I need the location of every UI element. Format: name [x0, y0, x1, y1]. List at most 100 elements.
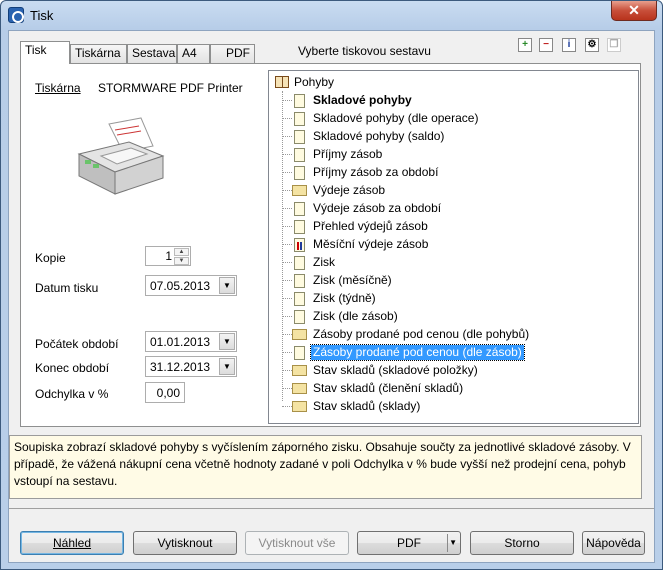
folder-icon [292, 401, 307, 412]
document-icon [294, 292, 305, 306]
period-end-field[interactable]: 31.12.2013 ▼ [145, 356, 237, 377]
period-start-field[interactable]: 01.01.2013 ▼ [145, 331, 237, 352]
tree-connector [282, 280, 292, 281]
tree-connector [282, 118, 292, 119]
report-description: Soupiska zobrazí skladové pohyby s vyčís… [9, 435, 642, 499]
window-title: Tisk [30, 8, 54, 23]
spin-up-icon[interactable]: ▲ [174, 248, 189, 256]
tab-sestava[interactable]: Sestava [127, 44, 177, 63]
tree-item-label: Stav skladů (skladové položky) [313, 363, 478, 377]
deviation-field[interactable]: 0,00 [145, 382, 185, 403]
copy-icon: ❐ [607, 38, 621, 52]
tree-item-label: Výdeje zásob za období [313, 201, 442, 215]
chevron-down-icon[interactable]: ▼ [219, 333, 235, 350]
tree-connector [282, 154, 292, 155]
print-date-label: Datum tisku [35, 281, 99, 295]
book-icon [275, 76, 289, 88]
document-icon [294, 202, 305, 216]
cancel-button[interactable]: Storno [470, 531, 574, 555]
document-icon [294, 310, 305, 324]
tree-connector [282, 352, 292, 353]
report-heading: Vyberte tiskovou sestavu [298, 44, 431, 58]
copies-label: Kopie [35, 251, 66, 265]
info-icon[interactable]: i [562, 38, 576, 52]
tree-item-label: Zisk (dle zásob) [313, 309, 398, 323]
tree-item-label: Skladové pohyby (saldo) [313, 129, 445, 143]
tree-connector [282, 172, 292, 173]
divider [9, 508, 654, 509]
tree-connector [282, 388, 292, 389]
remove-icon[interactable]: − [539, 38, 553, 52]
tree-item-label: Zisk (týdně) [313, 291, 376, 305]
document-icon [294, 148, 305, 162]
pdf-label: PDF [397, 536, 421, 550]
print-dialog-window: Tisk ✕ Tisk Tiskárna Sestava A4 PDF Vybe… [0, 0, 663, 570]
tree-item-label: Výdeje zásob [313, 183, 386, 197]
dialog-client-area: Tisk Tiskárna Sestava A4 PDF Vyberte tis… [8, 30, 655, 563]
tree-connector [282, 208, 292, 209]
tree-item-label: Zásoby prodané pod cenou (dle pohybů) [313, 327, 530, 341]
print-all-button: Vytisknout vše [245, 531, 349, 555]
period-end-label: Konec období [35, 361, 110, 375]
deviation-label: Odchylka v % [35, 387, 109, 401]
tree-item-label: Zisk (měsíčně) [313, 273, 392, 287]
settings-icon[interactable]: ⚙ [585, 38, 599, 52]
period-end-value: 31.12.2013 [150, 360, 211, 374]
document-icon [294, 166, 305, 180]
add-icon[interactable]: + [518, 38, 532, 52]
tree-line [282, 91, 283, 401]
printer-icon [77, 117, 165, 195]
tree-connector [282, 100, 292, 101]
chart-report-icon [294, 238, 305, 252]
tree-connector [282, 316, 292, 317]
document-icon [294, 112, 305, 126]
printer-name: STORMWARE PDF Printer [98, 81, 243, 95]
tab-tisk[interactable]: Tisk [20, 41, 70, 64]
copies-stepper[interactable]: 1 ▲ ▼ [145, 246, 191, 266]
app-icon [8, 7, 24, 23]
print-date-value: 07.05.2013 [150, 279, 211, 293]
period-start-value: 01.01.2013 [150, 335, 211, 349]
tree-item-label: Měsíční výdeje zásob [313, 237, 429, 251]
preview-button[interactable]: Náhled [20, 531, 124, 555]
close-button[interactable]: ✕ [611, 1, 657, 21]
tree-connector [282, 334, 292, 335]
report-tree[interactable]: Pohyby Skladové pohyby Skladové pohyby (d… [268, 70, 639, 424]
folder-icon [292, 365, 307, 376]
tab-tiskarna[interactable]: Tiskárna [70, 44, 127, 63]
chevron-down-icon[interactable]: ▼ [219, 358, 235, 375]
document-icon [294, 94, 305, 108]
document-icon [294, 130, 305, 144]
tree-connector [282, 244, 292, 245]
tree-item-label: Zásoby prodané pod cenou (dle zásob) [310, 344, 525, 361]
tree-connector [282, 370, 292, 371]
document-icon [294, 274, 305, 288]
printer-link[interactable]: Tiskárna [35, 81, 81, 95]
tree-item-label: Zisk [313, 255, 335, 269]
chevron-down-icon[interactable]: ▼ [219, 277, 235, 294]
print-button[interactable]: Vytisknout [133, 531, 237, 555]
spin-down-icon[interactable]: ▼ [174, 257, 189, 265]
chevron-down-icon[interactable]: ▼ [449, 532, 457, 554]
tree-item-label: Stav skladů (členění skladů) [313, 381, 464, 395]
title-bar[interactable]: Tisk ✕ [1, 1, 662, 29]
tree-item-label: Přehled výdejů zásob [313, 219, 428, 233]
pdf-button[interactable]: PDF ▼ [357, 531, 461, 555]
print-date-field[interactable]: 07.05.2013 ▼ [145, 275, 237, 296]
help-button[interactable]: Nápověda [582, 531, 645, 555]
tree-item-label: Příjmy zásob za období [313, 165, 439, 179]
folder-icon [292, 185, 307, 196]
split-divider [447, 534, 448, 552]
folder-icon [292, 329, 307, 340]
tree-item-label: Skladové pohyby (dle operace) [313, 111, 479, 125]
tab-a4[interactable]: A4 [177, 44, 210, 63]
preview-label: Náhled [52, 536, 92, 550]
document-icon [294, 256, 305, 270]
tree-connector [282, 226, 292, 227]
tree-item-label: Skladové pohyby [313, 93, 412, 107]
document-icon [294, 220, 305, 234]
tab-pdf[interactable]: PDF [210, 44, 255, 63]
copies-value: 1 [165, 249, 172, 263]
tree-connector [282, 298, 292, 299]
tree-item-label: Stav skladů (sklady) [313, 399, 421, 413]
